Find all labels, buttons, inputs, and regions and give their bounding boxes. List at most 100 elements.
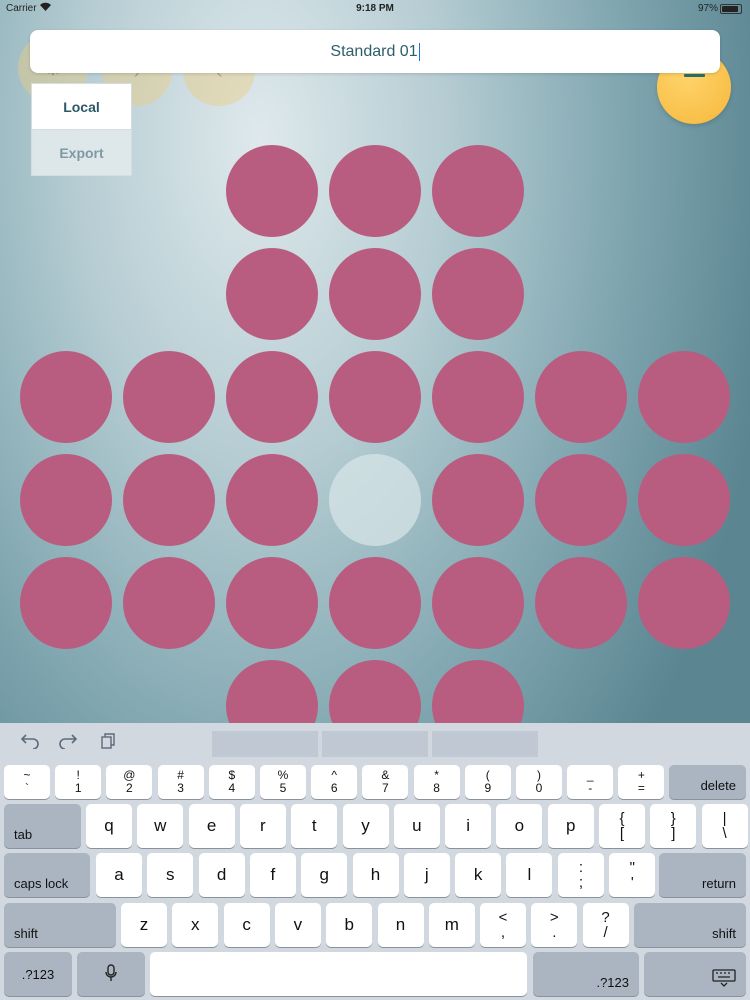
key-3[interactable]: #3 xyxy=(157,765,204,799)
key-quote[interactable]: " ' xyxy=(609,853,656,897)
return-key[interactable]: return xyxy=(659,853,746,897)
key-2[interactable]: @2 xyxy=(106,765,153,799)
key-e[interactable]: e xyxy=(188,804,235,848)
key-b[interactable]: b xyxy=(326,903,373,947)
key-i[interactable]: i xyxy=(445,804,492,848)
key-bottom-char: ' xyxy=(630,874,634,891)
key-j[interactable]: j xyxy=(403,853,450,897)
key-l[interactable]: l xyxy=(506,853,553,897)
key-period[interactable]: >. xyxy=(531,903,578,947)
key-8[interactable]: * 8 xyxy=(413,765,460,799)
key-s[interactable]: s xyxy=(147,853,194,897)
peg[interactable] xyxy=(123,454,215,546)
key-p[interactable]: p xyxy=(547,804,594,848)
peg[interactable] xyxy=(123,351,215,443)
key--[interactable]: _ - xyxy=(567,765,614,799)
numbers-key-left[interactable]: .?123 xyxy=(4,952,72,996)
suggestion-slot-2[interactable] xyxy=(322,731,428,757)
key-f[interactable]: f xyxy=(249,853,296,897)
key-y[interactable]: y xyxy=(342,804,389,848)
peg[interactable] xyxy=(432,145,524,237)
key-k[interactable]: k xyxy=(455,853,502,897)
peg[interactable] xyxy=(432,557,524,649)
key-comma[interactable]: <, xyxy=(480,903,526,947)
suggestion-slot-3[interactable] xyxy=(432,731,538,757)
key-9[interactable]: (9 xyxy=(464,765,511,799)
peg[interactable] xyxy=(20,454,112,546)
menu-item-export[interactable]: Export xyxy=(31,129,132,176)
key-u[interactable]: u xyxy=(393,804,440,848)
key-label: k xyxy=(473,865,483,884)
hide-keyboard-key[interactable] xyxy=(644,952,746,996)
peg[interactable] xyxy=(226,454,318,546)
key-6[interactable]: ^ 6 xyxy=(311,765,358,799)
peg[interactable] xyxy=(329,145,421,237)
key-slash[interactable]: ? / xyxy=(582,903,629,947)
key-label: t xyxy=(311,816,317,835)
peg[interactable] xyxy=(329,557,421,649)
board-name-input[interactable]: Standard 01 xyxy=(30,30,720,73)
delete-key[interactable]: delete xyxy=(669,765,746,799)
key-backslash[interactable]: | \ xyxy=(701,804,748,848)
peg[interactable] xyxy=(329,351,421,443)
key-label: p xyxy=(565,816,576,835)
key-g[interactable]: g xyxy=(301,853,348,897)
key-5[interactable]: % 5 xyxy=(260,765,306,799)
peg[interactable] xyxy=(432,248,524,340)
shift-key-left[interactable]: shift xyxy=(4,903,116,947)
menu-item-local[interactable]: Local xyxy=(31,83,132,130)
key-7[interactable]: & 7 xyxy=(362,765,409,799)
tab-key[interactable]: tab xyxy=(4,804,81,848)
paste-icon[interactable] xyxy=(100,733,116,754)
key-label: q xyxy=(104,816,114,835)
shift-key-right[interactable]: shift xyxy=(634,903,746,947)
empty-hole[interactable] xyxy=(329,454,421,546)
microphone-key[interactable] xyxy=(77,952,145,996)
peg[interactable] xyxy=(638,454,730,546)
peg[interactable] xyxy=(535,351,627,443)
key-q[interactable]: q xyxy=(86,804,132,848)
key-w[interactable]: w xyxy=(137,804,184,848)
key-d[interactable]: d xyxy=(198,853,245,897)
key-x[interactable]: x xyxy=(172,903,219,947)
key-a[interactable]: a xyxy=(96,853,142,897)
key-`[interactable]: ~ ` xyxy=(4,765,50,799)
peg[interactable] xyxy=(226,557,318,649)
peg[interactable] xyxy=(535,454,627,546)
key-=[interactable]: + = xyxy=(618,765,665,799)
redo-icon[interactable] xyxy=(58,733,78,754)
peg[interactable] xyxy=(638,557,730,649)
key-o[interactable]: o xyxy=(496,804,543,848)
key-1[interactable]: ! 1 xyxy=(55,765,102,799)
key-r[interactable]: r xyxy=(239,804,286,848)
space-key[interactable] xyxy=(150,952,527,996)
key-v[interactable]: v xyxy=(274,903,321,947)
key-label: b xyxy=(344,915,354,934)
key-bracket-close[interactable]: }] xyxy=(650,804,697,848)
peg[interactable] xyxy=(432,454,524,546)
key-h[interactable]: h xyxy=(352,853,399,897)
peg[interactable] xyxy=(432,351,524,443)
numbers-key-right[interactable]: .?123 xyxy=(533,952,639,996)
peg[interactable] xyxy=(226,145,318,237)
peg[interactable] xyxy=(20,351,112,443)
peg[interactable] xyxy=(226,351,318,443)
key-t[interactable]: t xyxy=(291,804,338,848)
key-z[interactable]: z xyxy=(121,903,167,947)
peg[interactable] xyxy=(123,557,215,649)
peg[interactable] xyxy=(638,351,730,443)
peg[interactable] xyxy=(535,557,627,649)
key-n[interactable]: n xyxy=(377,903,424,947)
key-4[interactable]: $4 xyxy=(208,765,255,799)
key-c[interactable]: c xyxy=(223,903,270,947)
suggestion-slot-1[interactable] xyxy=(212,731,318,757)
undo-icon[interactable] xyxy=(20,733,40,754)
peg[interactable] xyxy=(20,557,112,649)
peg[interactable] xyxy=(226,248,318,340)
key-bracket-open[interactable]: {[ xyxy=(599,804,645,848)
key-m[interactable]: m xyxy=(428,903,475,947)
key-0[interactable]: ) 0 xyxy=(516,765,562,799)
caps-lock-key[interactable]: caps lock xyxy=(4,853,90,897)
peg[interactable] xyxy=(329,248,421,340)
key-semicolon[interactable]: :; xyxy=(558,853,604,897)
